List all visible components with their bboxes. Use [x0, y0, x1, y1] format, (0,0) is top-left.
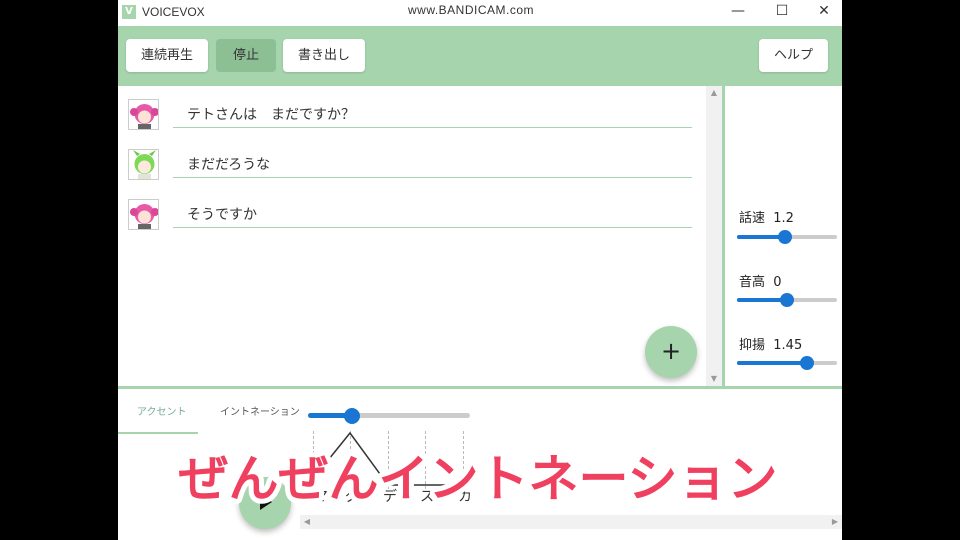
scroll-down-icon[interactable]: ▼ [706, 372, 722, 386]
scroll-up-icon[interactable]: ▲ [706, 86, 722, 100]
minimize-button[interactable]: — [716, 0, 760, 24]
active-tab-indicator [118, 432, 198, 434]
list-item: テトさんは まだですか？ [118, 86, 708, 136]
script-editor: テトさんは まだですか？ まだだろうな そうですか ▲ ▼ + [118, 86, 722, 386]
line-text-input[interactable]: テトさんは まだですか？ [173, 96, 692, 128]
slider-thumb[interactable] [800, 356, 814, 370]
caption-text: ぜんぜんイントネーション [179, 450, 778, 508]
maximize-button[interactable]: ☐ [760, 0, 804, 24]
slider-thumb[interactable] [343, 408, 360, 424]
character-avatar[interactable] [128, 99, 159, 130]
app-title: VOICEVOX [142, 5, 205, 19]
speed-slider[interactable] [737, 229, 837, 245]
scroll-right-icon[interactable]: ▶ [828, 515, 842, 529]
character-avatar[interactable] [128, 149, 159, 180]
stop-button[interactable]: 停止 [216, 39, 276, 72]
video-caption: ぜんぜんイントネーション ぜんぜんイントネーション [174, 445, 783, 513]
pink-haired-character-icon [130, 204, 158, 229]
horizontal-scrollbar[interactable]: ◀ ▶ [300, 515, 842, 529]
pitch-label: 音高 0 [739, 275, 782, 290]
character-avatar[interactable] [128, 199, 159, 230]
close-button[interactable]: ✕ [802, 0, 842, 24]
recording-watermark: www.BANDICAM.com [408, 3, 535, 17]
play-all-button[interactable]: 連続再生 [126, 39, 208, 72]
intonation-slider[interactable] [737, 355, 837, 371]
app-logo-icon: V [122, 5, 136, 19]
tab-accent[interactable]: アクセント [137, 403, 187, 418]
line-text-input[interactable]: そうですか [173, 196, 692, 228]
green-haired-character-icon [133, 150, 156, 179]
slider-thumb[interactable] [780, 293, 794, 307]
tab-intonation[interactable]: イントネーション [220, 403, 300, 418]
slider-thumb[interactable] [778, 230, 792, 244]
intonation-editor-slider[interactable] [308, 408, 470, 424]
title-bar: V VOICEVOX www.BANDICAM.com — ☐ ✕ [118, 0, 842, 26]
help-button[interactable]: ヘルプ [759, 39, 828, 72]
export-button[interactable]: 書き出し [283, 39, 365, 72]
speed-label: 話速 1.2 [739, 211, 794, 226]
toolbar: 連続再生 停止 書き出し ヘルプ [118, 26, 842, 86]
line-text: そうですか [187, 207, 257, 223]
scroll-left-icon[interactable]: ◀ [300, 515, 314, 529]
line-text: テトさんは まだですか？ [187, 107, 355, 123]
pitch-slider[interactable] [737, 292, 837, 308]
vertical-scrollbar[interactable]: ▲ ▼ [706, 86, 722, 386]
intonation-label: 抑揚 1.45 [739, 338, 803, 353]
parameter-panel: 話速 1.2 音高 0 抑揚 1.45 [725, 86, 842, 388]
add-line-button[interactable]: + [645, 326, 697, 378]
list-item: そうですか [118, 186, 708, 236]
pink-haired-character-icon [130, 104, 158, 129]
line-text: まだだろうな [187, 157, 271, 173]
line-text-input[interactable]: まだだろうな [173, 146, 692, 178]
list-item: まだだろうな [118, 136, 708, 186]
